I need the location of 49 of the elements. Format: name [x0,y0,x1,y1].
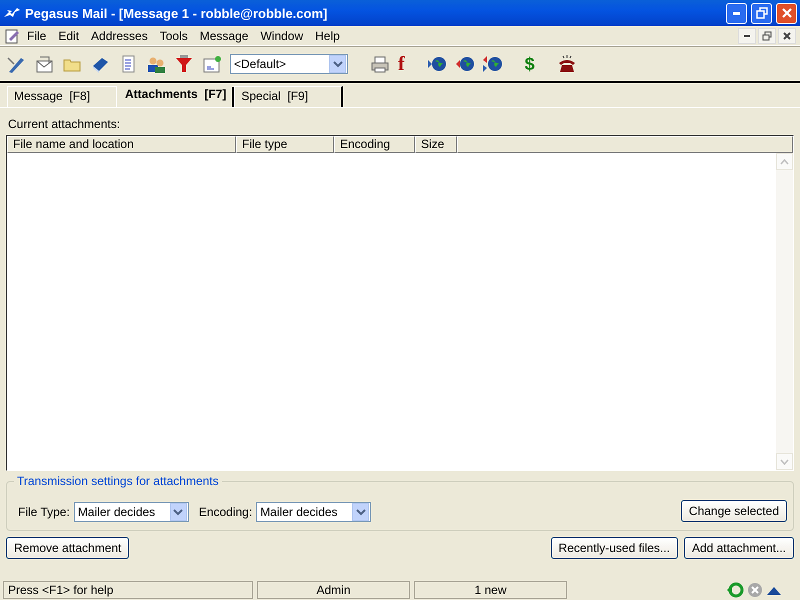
recent-files-button[interactable]: Recently-used files... [550,537,678,559]
telephone-icon[interactable] [556,54,577,74]
remove-attachment-button[interactable]: Remove attachment [6,537,130,559]
status-panel: Admin [257,581,410,599]
checklist-icon[interactable] [202,54,222,74]
column-header[interactable]: File type [236,136,334,153]
globe-arrow-icon[interactable] [426,54,447,74]
attachment-list[interactable]: File name and location File type Encoding Size [6,135,794,471]
menu-item[interactable]: Window [255,28,308,42]
mailbox-dropdown[interactable]: <Default> [230,54,348,74]
restore-button[interactable] [758,28,776,44]
file-type-dropdown[interactable]: Mailer decides [74,502,189,522]
dollar-button[interactable]: $ [524,54,535,74]
restore-icon [761,30,773,42]
change-selected-button[interactable]: Change selected [680,500,787,522]
close-icon [781,30,793,42]
menu-item[interactable]: Addresses [86,28,153,42]
close-button[interactable] [778,28,796,44]
window-title: Pegasus Mail - [Message 1 - robble@robble.com] [25,6,328,20]
globe-arrows-icon[interactable] [482,54,503,74]
tab[interactable]: Special [F9] [234,86,344,107]
menu-item[interactable]: Message [194,28,254,42]
field-label: Encoding: [198,504,252,521]
status-panel: 1 new [414,581,567,599]
menu-item[interactable]: File [22,28,52,42]
restore-icon [756,7,768,19]
font-button[interactable]: f [398,52,405,76]
minimize-icon [733,12,740,14]
filter-icon[interactable] [174,54,194,74]
encoding-dropdown[interactable]: Mailer decides [256,502,372,522]
close-icon [780,7,792,19]
field-label: File Type: [18,504,70,521]
menu-item[interactable]: Edit [53,28,84,42]
minimize-button[interactable] [738,28,756,44]
document-pen-icon[interactable] [4,28,20,44]
status-panel: Press <F1> for help [3,581,253,599]
tab[interactable]: Message [F8] [7,86,117,107]
column-header[interactable]: Encoding [334,136,415,153]
column-header[interactable]: Size [415,136,457,153]
minimize-icon [744,34,750,36]
list-label: Current attachments: [8,117,120,131]
add-attachment-button[interactable]: Add attachment... [684,537,794,559]
envelope-icon[interactable] [34,54,54,74]
menu-item[interactable]: Tools [154,28,193,42]
globe-arrow-icon[interactable] [454,54,475,74]
printer-icon[interactable] [370,54,390,74]
menu-item[interactable]: Help [310,28,345,42]
column-header[interactable]: File name and location [7,136,236,153]
group-title: Transmission settings for attachments [14,474,222,488]
